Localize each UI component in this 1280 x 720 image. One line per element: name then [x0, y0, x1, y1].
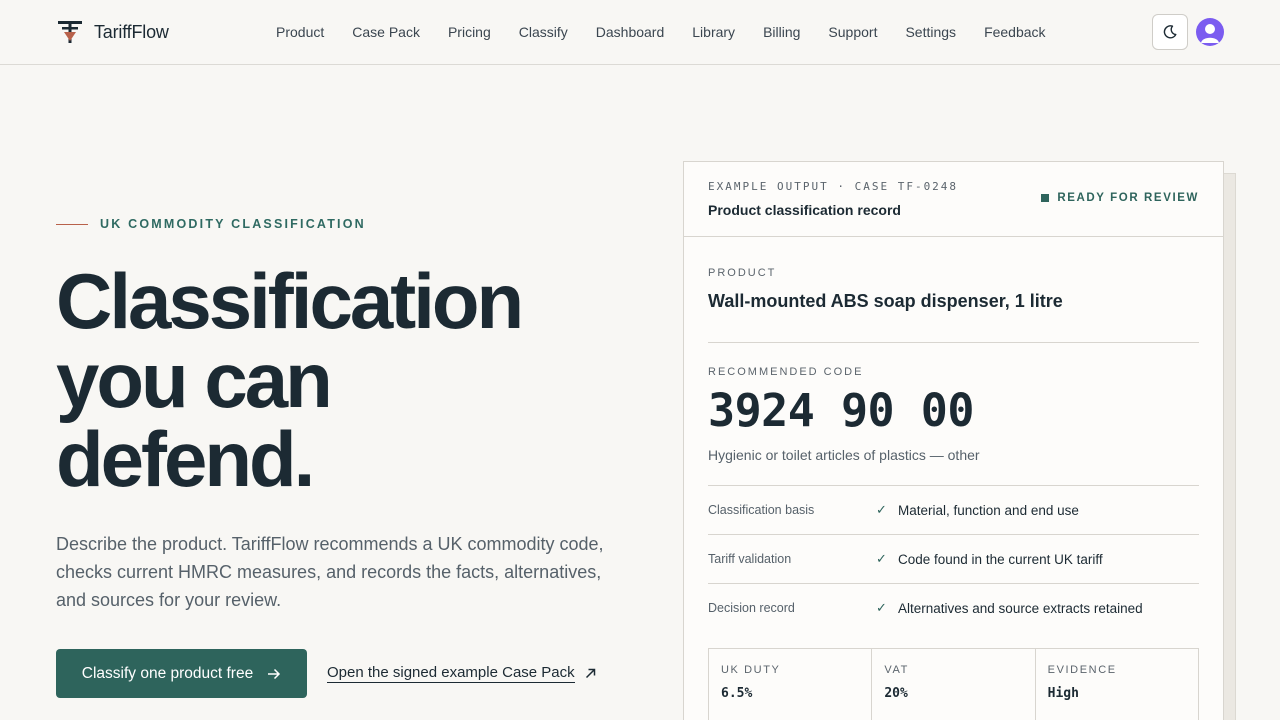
divider	[708, 342, 1199, 343]
case-label: EXAMPLE OUTPUT · CASE TF-0248	[708, 180, 959, 193]
code-description: Hygienic or toilet articles of plastics …	[708, 447, 980, 463]
check-value: Material, function and end use	[898, 502, 1079, 518]
status-text: READY FOR REVIEW	[1057, 192, 1199, 204]
nav-link-settings[interactable]: Settings	[891, 24, 970, 40]
stat-evidence: EVIDENCE High	[1036, 649, 1198, 720]
nav-link-dashboard[interactable]: Dashboard	[582, 24, 679, 40]
brand-logo-icon	[58, 21, 82, 43]
stat-label: EVIDENCE	[1047, 664, 1117, 676]
check-value: Alternatives and source extracts retaine…	[898, 600, 1143, 616]
product-label: PRODUCT	[708, 267, 777, 279]
checkmark-icon: ✓	[876, 600, 887, 615]
card-header: EXAMPLE OUTPUT · CASE TF-0248 Product cl…	[684, 162, 1223, 237]
stat-value: 6.5%	[721, 686, 753, 701]
nav-link-product[interactable]: Product	[262, 24, 338, 40]
eyebrow-text: UK COMMODITY CLASSIFICATION	[100, 217, 366, 231]
stat-value: High	[1047, 686, 1079, 701]
main-nav: Product Case Pack Pricing Classify Dashb…	[262, 0, 1060, 64]
check-key: Tariff validation	[708, 552, 792, 566]
nav-link-classify[interactable]: Classify	[505, 24, 582, 40]
nav-link-feedback[interactable]: Feedback	[970, 24, 1059, 40]
stat-uk-duty: UK DUTY 6.5%	[709, 649, 873, 720]
card-title: Product classification record	[708, 202, 901, 218]
eyebrow-rule	[56, 223, 88, 225]
moon-icon	[1163, 25, 1177, 39]
stat-label: VAT	[884, 664, 909, 676]
headline-line-1: Classification	[56, 257, 524, 345]
avatar[interactable]	[1196, 18, 1224, 46]
arrow-right-icon	[268, 668, 281, 679]
nav-link-billing[interactable]: Billing	[749, 24, 814, 40]
classify-free-button[interactable]: Classify one product free	[56, 649, 307, 698]
stat-label: UK DUTY	[721, 664, 781, 676]
headline-line-3: defend.	[56, 415, 315, 503]
example-link-label: Open the signed example Case Pack	[327, 664, 575, 683]
checkmark-icon: ✓	[876, 551, 887, 566]
cta-label: Classify one product free	[81, 664, 254, 682]
product-name: Wall-mounted ABS soap dispenser, 1 litre	[708, 291, 1063, 311]
nav-link-library[interactable]: Library	[678, 24, 749, 40]
check-value: Code found in the current UK tariff	[898, 551, 1103, 567]
classification-record-card: EXAMPLE OUTPUT · CASE TF-0248 Product cl…	[683, 161, 1224, 720]
stats-grid: UK DUTY 6.5% VAT 20% EVIDENCE High	[708, 648, 1199, 720]
commodity-code: 3924 90 00	[708, 384, 974, 437]
theme-toggle-button[interactable]	[1152, 14, 1188, 50]
status-badge: READY FOR REVIEW	[1041, 192, 1199, 204]
hero-eyebrow: UK COMMODITY CLASSIFICATION	[56, 217, 366, 231]
nav-link-pricing[interactable]: Pricing	[434, 24, 505, 40]
headline-line-2: you can	[56, 336, 333, 424]
hero-description: Describe the product. TariffFlow recomme…	[56, 534, 604, 610]
status-square-icon	[1041, 194, 1050, 202]
check-key: Decision record	[708, 601, 795, 615]
example-case-pack-link[interactable]: Open the signed example Case Pack	[327, 664, 596, 683]
check-row: Tariff validation ✓ Code found in the cu…	[708, 534, 1199, 583]
check-list: Classification basis ✓ Material, functio…	[708, 485, 1199, 632]
recommended-code-label: RECOMMENDED CODE	[708, 366, 864, 378]
hero-headline: Classification you can defend.	[56, 262, 656, 499]
user-icon	[1201, 24, 1219, 43]
brand[interactable]: TariffFlow	[56, 19, 169, 45]
stat-vat: VAT 20%	[872, 649, 1036, 720]
checkmark-icon: ✓	[876, 502, 887, 517]
nav-link-case-pack[interactable]: Case Pack	[338, 24, 434, 40]
check-key: Classification basis	[708, 503, 815, 517]
brand-name: TariffFlow	[94, 21, 169, 42]
top-nav: TariffFlow Product Case Pack Pricing Cla…	[0, 0, 1280, 65]
check-row: Classification basis ✓ Material, functio…	[708, 485, 1199, 534]
stat-value: 20%	[884, 686, 908, 701]
arrow-up-right-icon	[585, 668, 595, 679]
nav-link-support[interactable]: Support	[814, 24, 891, 40]
check-row: Decision record ✓ Alternatives and sourc…	[708, 583, 1199, 632]
